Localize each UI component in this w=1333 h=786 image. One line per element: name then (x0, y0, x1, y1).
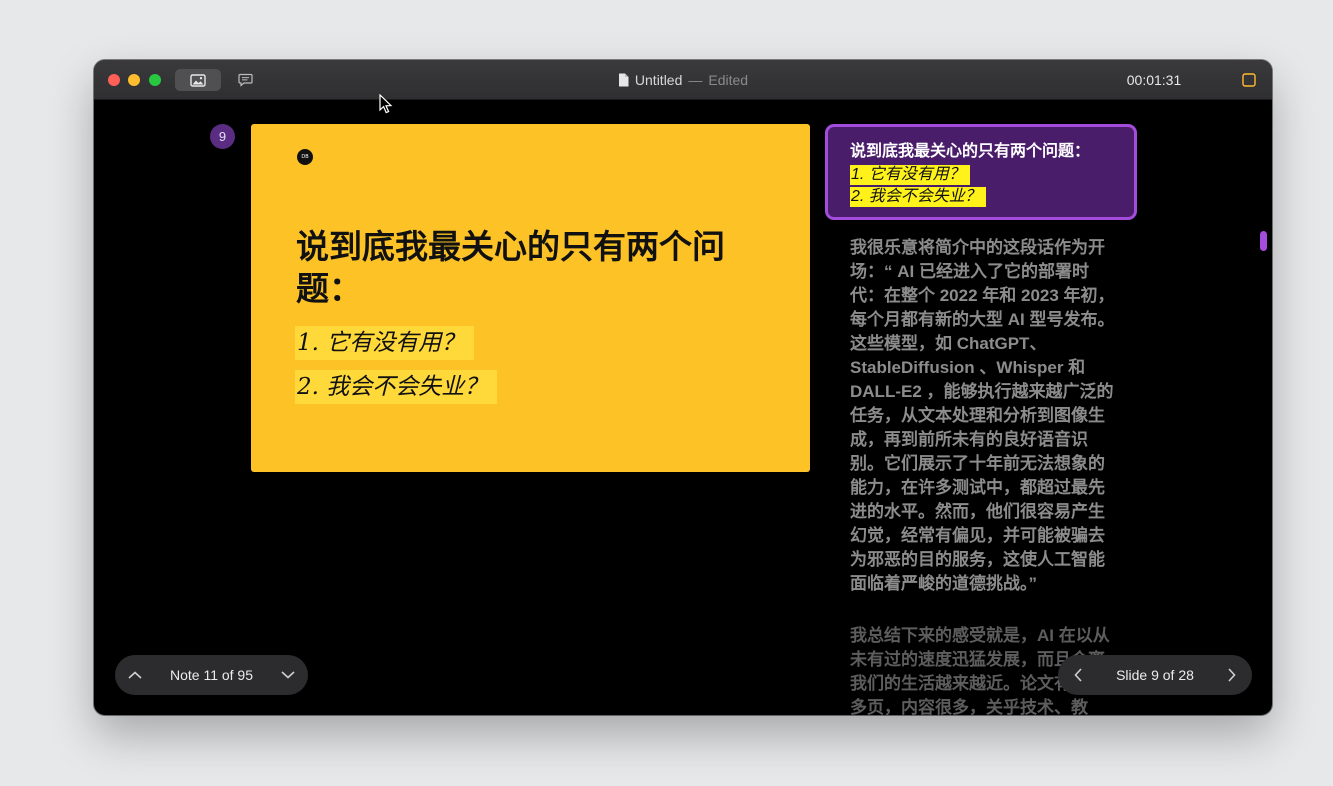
mouse-pointer-icon (379, 94, 393, 114)
slide-question-1: 1. 它有没有用？ (295, 326, 475, 360)
slide-number-badge: 9 (210, 124, 235, 149)
notes-paragraph-1: 我很乐意将简介中的这段话作为开场：“ AI 已经进入了它的部署时代：在整个 20… (850, 238, 1115, 593)
speaker-notes: 我很乐意将简介中的这段话作为开场：“ AI 已经进入了它的部署时代：在整个 20… (850, 236, 1120, 715)
title-bar: Untitled — Edited 00:01:31 (94, 60, 1272, 100)
chevron-left-icon (1074, 668, 1082, 682)
note-navigator: Note 11 of 95 (115, 655, 308, 695)
document-icon (618, 73, 629, 86)
document-title: Untitled (634, 71, 683, 88)
previous-slide-button[interactable] (1058, 655, 1098, 695)
logo-icon: DB (297, 149, 313, 165)
edited-status: Edited (708, 71, 749, 88)
current-slide[interactable]: DB 说到底我最关心的只有两个问题： 1. 它有没有用？ 2. 我会不会失业？ (251, 124, 810, 472)
slide-counter: Slide 9 of 28 (1116, 667, 1194, 683)
toggle-panel-button[interactable] (1238, 69, 1260, 91)
chevron-down-icon (281, 671, 295, 679)
note-question-1: 1. 它有没有用？ (850, 165, 970, 185)
chevron-up-icon (128, 671, 142, 679)
chevron-right-icon (1228, 668, 1236, 682)
active-note-card[interactable]: 说到底我最关心的只有两个问题： 1. 它有没有用？ 2. 我会不会失业？ (825, 124, 1137, 220)
presentation-timer: 00:01:31 (1126, 71, 1182, 88)
next-slide-button[interactable] (1212, 655, 1252, 695)
slide-question-2: 2. 我会不会失业？ (295, 370, 498, 404)
slide-navigator: Slide 9 of 28 (1058, 655, 1252, 695)
presenter-window: Untitled — Edited 00:01:31 9 DB 说到底我最关心的… (94, 60, 1272, 715)
previous-note-button[interactable] (115, 655, 155, 695)
note-counter: Note 11 of 95 (169, 667, 254, 683)
square-icon (1242, 73, 1256, 87)
note-heading: 说到底我最关心的只有两个问题： (850, 143, 1091, 160)
title-separator: — (688, 71, 703, 88)
notes-scrollbar[interactable] (1260, 231, 1267, 251)
window-title: Untitled — Edited (94, 60, 1272, 99)
next-note-button[interactable] (268, 655, 308, 695)
slide-heading: 说到底我最关心的只有两个问题： (296, 227, 725, 308)
note-question-2: 2. 我会不会失业？ (850, 187, 986, 207)
